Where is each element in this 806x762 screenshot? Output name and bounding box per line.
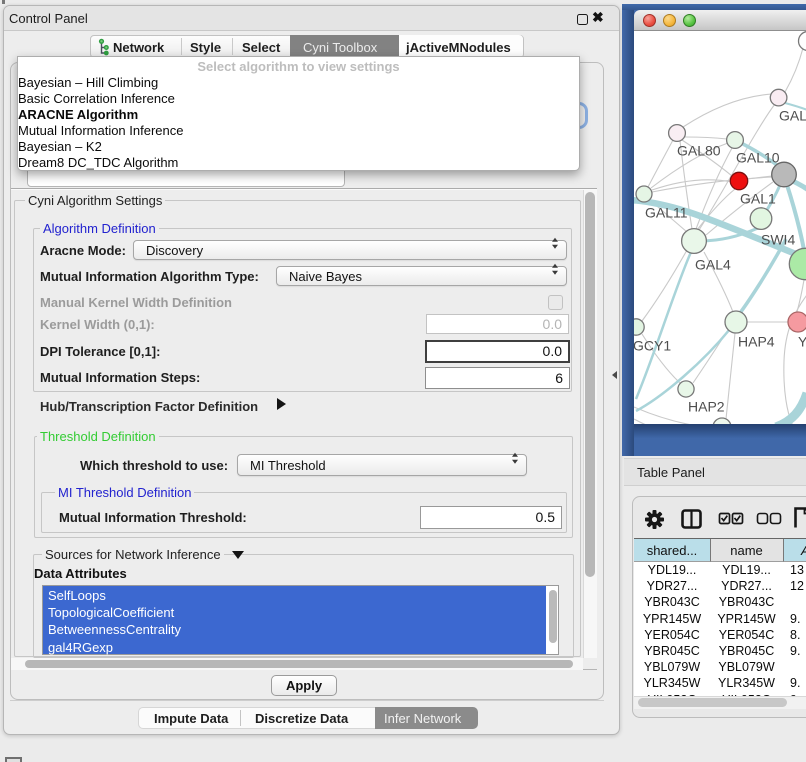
svg-text:HAP4: HAP4: [738, 334, 775, 350]
svg-text:YE: YE: [798, 334, 806, 350]
svg-text:SWI4: SWI4: [761, 232, 795, 248]
svg-text:GAL7: GAL7: [779, 108, 806, 124]
svg-text:GAL1: GAL1: [740, 191, 776, 207]
svg-text:GAL10: GAL10: [736, 150, 780, 166]
svg-text:GAL11: GAL11: [645, 205, 688, 221]
svg-text:HAP2: HAP2: [688, 399, 725, 415]
svg-text:GCY1: GCY1: [634, 338, 671, 354]
svg-text:GAL80: GAL80: [677, 143, 721, 159]
svg-text:GAL4: GAL4: [695, 257, 731, 273]
